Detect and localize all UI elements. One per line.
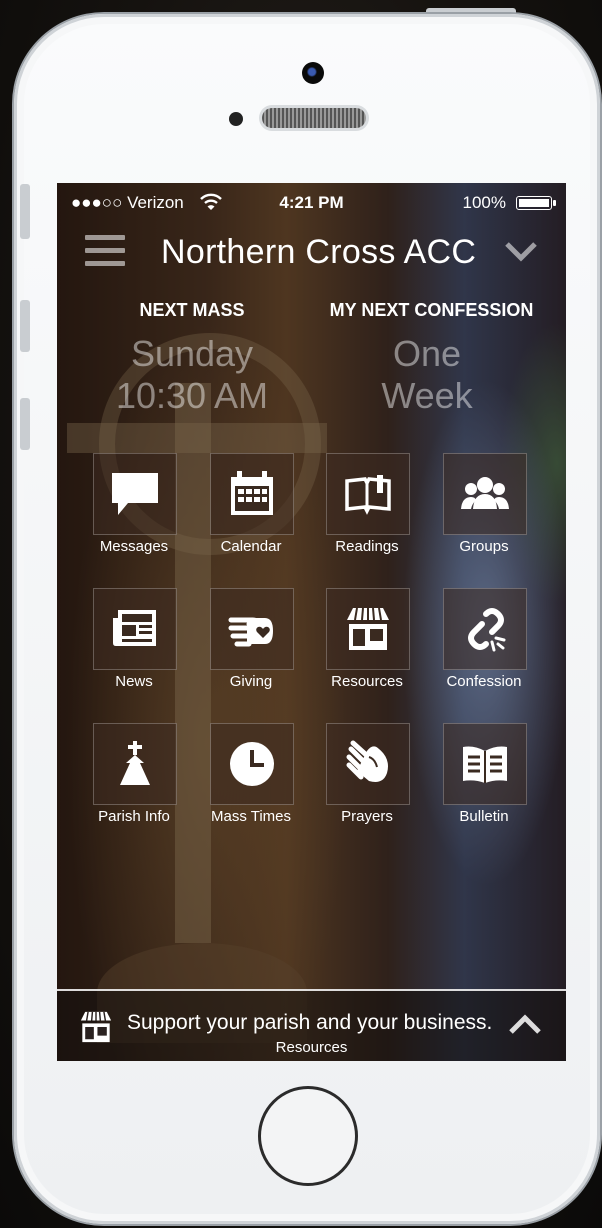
- resources-banner[interactable]: Support your parish and your business. R…: [57, 989, 566, 1061]
- giving-hand-icon: [228, 617, 273, 647]
- tile-messages[interactable]: Messages: [75, 453, 193, 581]
- tile-bulletin[interactable]: Bulletin: [425, 723, 543, 851]
- next-mass-time: 10:30 AM: [115, 375, 269, 416]
- earpiece-speaker: [262, 108, 366, 128]
- calendar-icon: [231, 471, 273, 515]
- tile-parish-info[interactable]: Parish Info: [75, 723, 193, 851]
- tile-label: Confession: [446, 673, 522, 690]
- tile-label: Resources: [331, 673, 403, 690]
- tile-label: Mass Times: [210, 808, 291, 825]
- app-screen: ●●●○○ Verizon 4:21 PM 100% Northern Cros…: [57, 183, 566, 1061]
- proximity-sensor: [229, 112, 243, 126]
- next-mass-value[interactable]: Sunday 10:30 AM: [102, 333, 282, 417]
- confession-value-line2: Week: [381, 375, 473, 416]
- mute-switch: [20, 184, 30, 239]
- tile-resources[interactable]: Resources: [308, 588, 426, 716]
- chevron-up-icon[interactable]: [508, 1013, 542, 1035]
- volume-down-button: [20, 398, 30, 450]
- tile-readings[interactable]: Readings: [308, 453, 426, 581]
- chat-bubble-icon: [112, 473, 158, 515]
- tile-confession[interactable]: Confession: [425, 588, 543, 716]
- tile-prayers[interactable]: Prayers: [308, 723, 426, 851]
- banner-subtitle: Resources: [275, 1039, 348, 1056]
- tile-label: Calendar: [220, 538, 282, 555]
- chevron-down-icon[interactable]: [504, 239, 538, 263]
- home-button[interactable]: [258, 1086, 358, 1186]
- app-header: Northern Cross ACC: [57, 221, 566, 283]
- tile-label: Parish Info: [98, 808, 170, 825]
- next-confession-label: MY NEXT CONFESSION: [329, 300, 534, 320]
- tile-label: Messages: [99, 538, 169, 555]
- group-icon: [461, 477, 509, 509]
- tile-label: Prayers: [341, 808, 393, 825]
- next-mass-day: Sunday: [130, 333, 254, 374]
- tile-mass-times[interactable]: Mass Times: [192, 723, 310, 851]
- tile-news[interactable]: News: [75, 588, 193, 716]
- battery-icon: [516, 196, 556, 210]
- tile-label: Bulletin: [459, 808, 509, 825]
- tile-calendar[interactable]: Calendar: [192, 453, 310, 581]
- parish-title[interactable]: Northern Cross ACC: [161, 233, 476, 272]
- next-confession-value[interactable]: One Week: [347, 333, 507, 417]
- tile-groups[interactable]: Groups: [425, 453, 543, 581]
- front-camera: [302, 62, 324, 84]
- tile-label: Giving: [229, 673, 273, 690]
- broken-link-icon: [468, 608, 506, 652]
- next-mass-label: NEXT MASS: [139, 300, 245, 320]
- tile-label: Groups: [459, 538, 509, 555]
- tile-giving[interactable]: Giving: [192, 588, 310, 716]
- newspaper-icon: [113, 610, 156, 646]
- confession-value-line1: One: [392, 333, 462, 374]
- battery-percent: 100%: [462, 193, 506, 212]
- bulletin-book-icon: [463, 746, 507, 783]
- menu-icon[interactable]: [85, 235, 125, 267]
- open-book-icon: [345, 475, 391, 515]
- status-bar: ●●●○○ Verizon 4:21 PM 100%: [57, 183, 566, 221]
- clock-icon: [230, 742, 274, 786]
- tile-label: News: [115, 673, 153, 690]
- church-icon: [120, 741, 150, 785]
- praying-hands-icon: [346, 740, 388, 782]
- storefront-icon: [347, 607, 389, 650]
- banner-text: Support your parish and your business.: [127, 1011, 493, 1034]
- tile-label: Readings: [335, 538, 399, 555]
- volume-up-button: [20, 300, 30, 352]
